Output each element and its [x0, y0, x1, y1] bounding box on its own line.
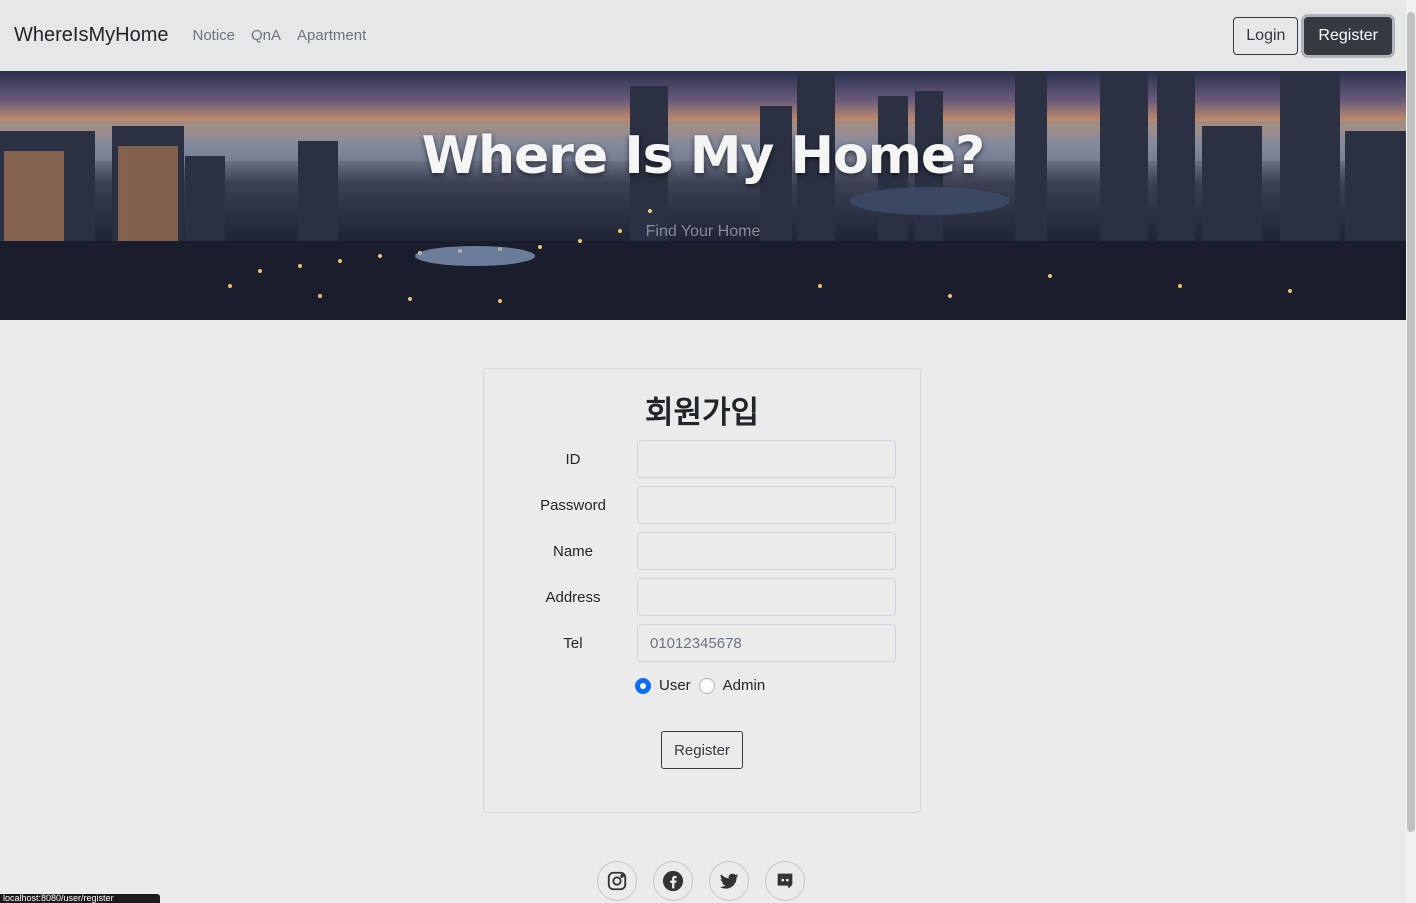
- navbar: WhereIsMyHome Notice QnA Apartment Login…: [0, 0, 1406, 71]
- facebook-icon[interactable]: [653, 861, 693, 901]
- tel-label: Tel: [563, 634, 583, 652]
- tel-row: Tel: [484, 624, 920, 662]
- hero-title: Where Is My Home?: [421, 126, 986, 186]
- id-input[interactable]: [637, 440, 896, 478]
- admin-radio-label[interactable]: Admin: [723, 677, 766, 694]
- hero-banner: Where Is My Home? Find Your Home: [0, 71, 1406, 320]
- brand-link[interactable]: WhereIsMyHome: [14, 24, 168, 47]
- id-label: ID: [565, 450, 581, 468]
- user-radio[interactable]: [635, 677, 651, 694]
- login-button[interactable]: Login: [1233, 16, 1299, 55]
- register-submit-button[interactable]: Register: [661, 731, 743, 769]
- nav-notice-link[interactable]: Notice: [192, 27, 235, 44]
- password-label: Password: [540, 496, 606, 514]
- address-row: Address: [484, 578, 920, 616]
- address-input[interactable]: [637, 578, 896, 616]
- page-scrollbar[interactable]: [1406, 0, 1416, 903]
- form-title: 회원가입: [644, 395, 760, 431]
- admin-radio[interactable]: [698, 677, 715, 694]
- name-row: Name: [484, 532, 920, 570]
- instagram-icon[interactable]: [597, 861, 637, 901]
- password-row: Password: [484, 486, 920, 524]
- nav-qna-link[interactable]: QnA: [251, 27, 281, 44]
- twitter-icon[interactable]: [709, 861, 749, 901]
- hero-subtitle: Find Your Home: [645, 223, 761, 240]
- nav-auth-buttons: Login Register: [1233, 16, 1392, 55]
- discord-icon[interactable]: [765, 861, 805, 901]
- name-label: Name: [552, 542, 593, 560]
- role-radio-group: User Admin: [635, 677, 773, 694]
- city-skyline-image: [0, 71, 1406, 320]
- nav-apartment-link[interactable]: Apartment: [297, 27, 366, 44]
- tel-input[interactable]: [637, 624, 896, 662]
- browser-status-url: localhost:8080/user/register: [0, 894, 160, 903]
- address-label: Address: [545, 588, 601, 606]
- social-links: [597, 861, 805, 901]
- password-input[interactable]: [637, 486, 896, 524]
- id-row: ID: [484, 440, 920, 478]
- scrollbar-thumb[interactable]: [1407, 12, 1415, 832]
- name-input[interactable]: [637, 532, 896, 570]
- nav-register-button[interactable]: Register: [1304, 16, 1392, 55]
- register-form-card: 회원가입 ID Password Name Address Tel User A…: [483, 368, 921, 813]
- user-radio-label[interactable]: User: [659, 677, 691, 694]
